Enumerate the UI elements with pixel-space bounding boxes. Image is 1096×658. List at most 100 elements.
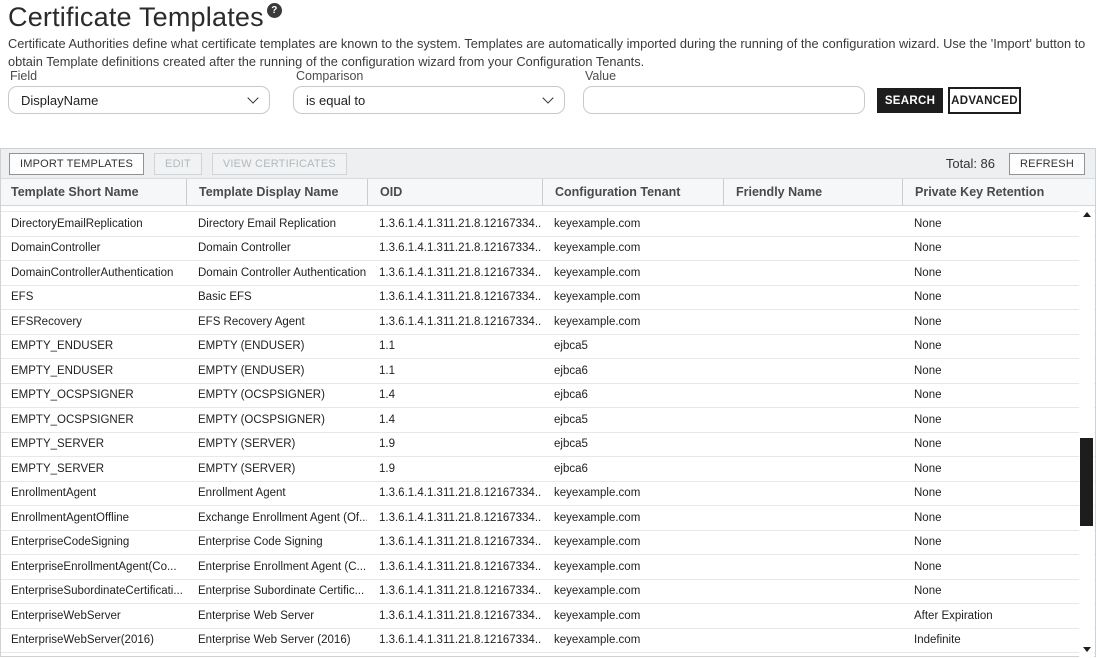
scrollbar-up-button[interactable] bbox=[1079, 208, 1094, 221]
cell-configuration-tenant: ejbca5 bbox=[542, 335, 723, 359]
value-input[interactable] bbox=[583, 86, 865, 114]
cell-template-short-name: EMPTY_ENDUSER bbox=[1, 335, 186, 359]
help-icon[interactable]: ? bbox=[267, 3, 282, 18]
search-button[interactable]: SEARCH bbox=[877, 88, 943, 113]
scrollbar-down-button[interactable] bbox=[1079, 643, 1094, 656]
table-row[interactable]: EnterpriseWebServer(2016) Enterprise Web… bbox=[1, 629, 1095, 654]
cell-oid: 1.4 bbox=[367, 384, 542, 408]
triangle-down-icon bbox=[1083, 647, 1091, 652]
cell-configuration-tenant: keyexample.com bbox=[542, 506, 723, 530]
cell-configuration-tenant: keyexample.com bbox=[542, 531, 723, 555]
table-row[interactable]: EMPTY_OCSPSIGNER EMPTY (OCSPSIGNER) 1.4 … bbox=[1, 384, 1095, 409]
table-row[interactable]: DomainController Domain Controller 1.3.6… bbox=[1, 237, 1095, 262]
cell-oid: 1.3.6.1.4.1.311.21.8.12167334.... bbox=[367, 629, 542, 653]
cell-friendly-name bbox=[723, 212, 902, 236]
cell-configuration-tenant: ejbca5 bbox=[542, 433, 723, 457]
cell-template-display-name: Enterprise Code Signing bbox=[186, 531, 367, 555]
cell-friendly-name bbox=[723, 286, 902, 310]
cell-template-short-name: DomainControllerAuthentication bbox=[1, 261, 186, 285]
table-row[interactable]: EnterpriseCodeSigning Enterprise Code Si… bbox=[1, 531, 1095, 556]
templates-grid: IMPORT TEMPLATES EDIT VIEW CERTIFICATES … bbox=[0, 148, 1096, 657]
cell-private-key-retention: None bbox=[902, 359, 1081, 383]
comparison-select[interactable]: is equal to bbox=[293, 86, 565, 114]
chevron-down-icon bbox=[247, 92, 258, 103]
cell-template-display-name: EMPTY (SERVER) bbox=[186, 433, 367, 457]
column-header-friendly-name[interactable]: Friendly Name bbox=[723, 179, 902, 205]
table-row[interactable]: EMPTY_SERVER EMPTY (SERVER) 1.9 ejbca6 N… bbox=[1, 457, 1095, 482]
cell-template-short-name: EFS bbox=[1, 286, 186, 310]
table-row[interactable]: EnrollmentAgentOffline Exchange Enrollme… bbox=[1, 506, 1095, 531]
column-header-oid[interactable]: OID bbox=[367, 179, 542, 205]
cell-private-key-retention: None bbox=[902, 261, 1081, 285]
cell-template-short-name: EMPTY_SERVER bbox=[1, 457, 186, 481]
table-row[interactable]: DomainControllerAuthentication Domain Co… bbox=[1, 261, 1095, 286]
table-row[interactable]: EFS Basic EFS 1.3.6.1.4.1.311.21.8.12167… bbox=[1, 286, 1095, 311]
table-row[interactable]: EMPTY_ENDUSER EMPTY (ENDUSER) 1.1 ejbca6… bbox=[1, 359, 1095, 384]
cell-private-key-retention: None bbox=[902, 531, 1081, 555]
cell-configuration-tenant: keyexample.com bbox=[542, 482, 723, 506]
cell-configuration-tenant: keyexample.com bbox=[542, 310, 723, 334]
cell-private-key-retention: None bbox=[902, 482, 1081, 506]
cell-friendly-name bbox=[723, 457, 902, 481]
cell-friendly-name bbox=[723, 433, 902, 457]
refresh-button[interactable]: REFRESH bbox=[1009, 153, 1085, 175]
table-row[interactable]: EFSRecovery EFS Recovery Agent 1.3.6.1.4… bbox=[1, 310, 1095, 335]
cell-template-short-name: EMPTY_OCSPSIGNER bbox=[1, 408, 186, 432]
cell-template-display-name: Directory Email Replication bbox=[186, 212, 367, 236]
cell-oid: 1.9 bbox=[367, 457, 542, 481]
cell-oid: 1.1 bbox=[367, 359, 542, 383]
table-header-row: Template Short Name Template Display Nam… bbox=[1, 179, 1095, 206]
column-header-private-key-retention[interactable]: Private Key Retention bbox=[902, 179, 1081, 205]
table-row[interactable]: EMPTY_ENDUSER EMPTY (ENDUSER) 1.1 ejbca5… bbox=[1, 335, 1095, 360]
cell-template-display-name: Enterprise Enrollment Agent (C... bbox=[186, 555, 367, 579]
field-select[interactable]: DisplayName bbox=[8, 86, 270, 114]
triangle-up-icon bbox=[1083, 212, 1091, 217]
cell-template-short-name: EnterpriseWebServer bbox=[1, 604, 186, 628]
cell-template-display-name: EMPTY (OCSPSIGNER) bbox=[186, 384, 367, 408]
scrollbar-track[interactable] bbox=[1079, 206, 1094, 657]
cell-friendly-name bbox=[723, 384, 902, 408]
cell-private-key-retention: None bbox=[902, 555, 1081, 579]
cell-private-key-retention: None bbox=[902, 408, 1081, 432]
cell-configuration-tenant: keyexample.com bbox=[542, 261, 723, 285]
cell-friendly-name bbox=[723, 237, 902, 261]
page-title: Certificate Templates bbox=[8, 2, 264, 32]
cell-oid: 1.3.6.1.4.1.311.21.8.12167334.... bbox=[367, 310, 542, 334]
advanced-button[interactable]: ADVANCED bbox=[948, 87, 1021, 114]
table-row[interactable]: EnterpriseWebServer Enterprise Web Serve… bbox=[1, 604, 1095, 629]
column-header-template-display-name[interactable]: Template Display Name bbox=[186, 179, 367, 205]
search-form: Field Comparison Value DisplayName is eq… bbox=[0, 68, 1096, 128]
table-row[interactable]: EnterpriseEnrollmentAgent(Co... Enterpri… bbox=[1, 555, 1095, 580]
cell-template-display-name: EMPTY (ENDUSER) bbox=[186, 359, 367, 383]
cell-friendly-name bbox=[723, 482, 902, 506]
table-row[interactable]: DirectoryEmailReplication Directory Emai… bbox=[1, 212, 1095, 237]
cell-configuration-tenant: keyexample.com bbox=[542, 555, 723, 579]
import-templates-button[interactable]: IMPORT TEMPLATES bbox=[9, 153, 144, 175]
cell-friendly-name bbox=[723, 506, 902, 530]
cell-template-display-name: Enrollment Agent bbox=[186, 482, 367, 506]
cell-oid: 1.3.6.1.4.1.311.21.8.12167334.... bbox=[367, 286, 542, 310]
cell-template-display-name: Enterprise Web Server bbox=[186, 604, 367, 628]
cell-template-short-name: EnterpriseWebServer(2016) bbox=[1, 629, 186, 653]
cell-oid: 1.3.6.1.4.1.311.21.8.12167334.... bbox=[367, 261, 542, 285]
table-row[interactable]: EnrollmentAgent Enrollment Agent 1.3.6.1… bbox=[1, 482, 1095, 507]
table-row[interactable]: EnterpriseSubordinateCertificati... Ente… bbox=[1, 580, 1095, 605]
cell-template-display-name: Exchange Enrollment Agent (Of... bbox=[186, 506, 367, 530]
cell-oid: 1.3.6.1.4.1.311.21.8.12167334.... bbox=[367, 237, 542, 261]
cell-template-display-name: Basic EFS bbox=[186, 286, 367, 310]
column-header-template-short-name[interactable]: Template Short Name bbox=[1, 179, 186, 205]
cell-configuration-tenant: keyexample.com bbox=[542, 629, 723, 653]
cell-private-key-retention: None bbox=[902, 310, 1081, 334]
column-header-configuration-tenant[interactable]: Configuration Tenant bbox=[542, 179, 723, 205]
table-row[interactable]: EMPTY_OCSPSIGNER EMPTY (OCSPSIGNER) 1.4 … bbox=[1, 408, 1095, 433]
cell-template-display-name: Enterprise Web Server (2016) bbox=[186, 629, 367, 653]
cell-configuration-tenant: keyexample.com bbox=[542, 580, 723, 604]
table-row[interactable]: EMPTY_SERVER EMPTY (SERVER) 1.9 ejbca5 N… bbox=[1, 433, 1095, 458]
cell-template-display-name: EMPTY (ENDUSER) bbox=[186, 335, 367, 359]
cell-private-key-retention: None bbox=[902, 506, 1081, 530]
cell-private-key-retention: None bbox=[902, 433, 1081, 457]
scrollbar-thumb[interactable] bbox=[1080, 438, 1093, 526]
cell-private-key-retention: None bbox=[902, 384, 1081, 408]
cell-oid: 1.9 bbox=[367, 433, 542, 457]
cell-template-short-name: EnrollmentAgent bbox=[1, 482, 186, 506]
